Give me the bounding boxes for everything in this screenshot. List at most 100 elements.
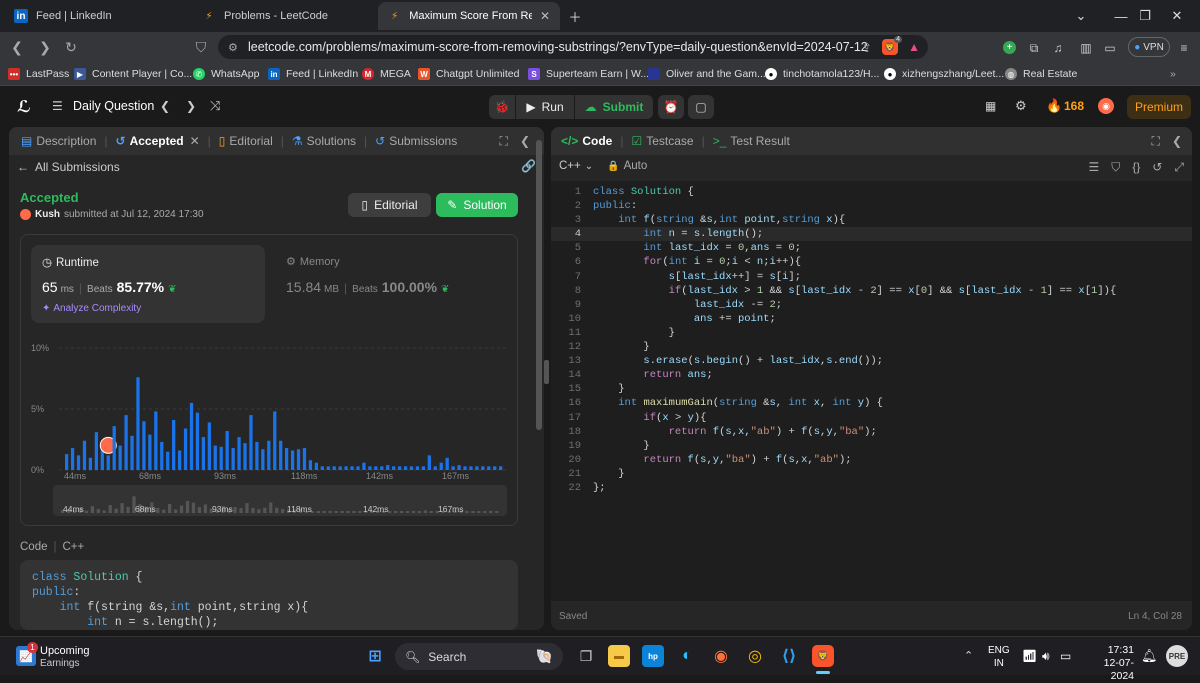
media-icon[interactable]: ♫ (1050, 40, 1066, 56)
tab-editorial[interactable]: ▯ Editorial (213, 134, 279, 148)
wallet-icon[interactable]: ▭ (1102, 40, 1118, 56)
run-button[interactable]: ▶ Run (516, 95, 574, 119)
chart-bar[interactable] (487, 466, 491, 470)
code-editor[interactable]: 1 class Solution {2 public: 3 int f(string … (551, 181, 1192, 601)
chart-bar[interactable] (219, 446, 223, 470)
chart-bar[interactable] (356, 466, 360, 470)
close-window-icon[interactable]: ✕ (1154, 0, 1200, 32)
debug-icon[interactable]: 🐞 (489, 95, 515, 119)
wifi-icon[interactable]: 📶︎ (1022, 649, 1037, 663)
layout-grid-icon[interactable]: ▦ (985, 99, 996, 113)
bookmark-linkedin[interactable]: in Feed | LinkedIn (268, 66, 358, 82)
list-icon[interactable]: ☰ (52, 99, 63, 113)
language-select[interactable]: C++ (559, 160, 581, 172)
memory-title[interactable]: ⚙ Memory (286, 255, 340, 268)
problem-list-title[interactable]: Daily Question (73, 99, 154, 113)
url-field[interactable]: ⚙ leetcode.com/problems/maximum-score-fr… (218, 35, 928, 59)
chart-bar[interactable] (243, 443, 247, 470)
windows-start-icon[interactable]: ⊞ (364, 645, 386, 667)
chart-bar[interactable] (177, 450, 182, 470)
firefox-icon[interactable]: ◉ (710, 645, 732, 667)
maximize-icon[interactable]: ⛶ (500, 134, 508, 148)
copilot-icon[interactable]: PRE (1166, 645, 1188, 667)
bookmarks-overflow-icon[interactable]: » (1170, 66, 1176, 82)
next-problem-icon[interactable]: ❯ (186, 99, 196, 113)
chart-bar[interactable] (154, 411, 158, 470)
chart-bar[interactable] (136, 377, 140, 470)
chart-bar[interactable] (213, 445, 217, 470)
auto-mode-label[interactable]: Auto (624, 160, 648, 172)
streak-fire-icon[interactable]: 🔥 (1046, 98, 1062, 114)
tab-maximum-score[interactable]: ⚡ Maximum Score From Removing ✕ (378, 2, 560, 30)
chart-bar[interactable] (285, 448, 289, 470)
fullscreen-icon[interactable]: ⤢ (1174, 160, 1184, 175)
tab-problems[interactable]: ⚡ Problems - LeetCode (192, 2, 372, 30)
chart-bar[interactable] (314, 462, 318, 470)
timer-icon[interactable]: ⏰ (658, 95, 684, 119)
chart-bar[interactable] (296, 449, 301, 470)
battery-icon[interactable]: ▭ (1060, 649, 1071, 663)
taskbar-search[interactable]: 🔍︎ Search 🐚 (395, 643, 563, 670)
chart-bar[interactable] (130, 435, 134, 470)
extension-plus-icon[interactable]: + (1003, 41, 1016, 54)
chart-bar[interactable] (183, 428, 188, 470)
show-hidden-icons[interactable]: ⌃ (964, 649, 973, 662)
chart-bar[interactable] (326, 466, 330, 470)
chart-bar[interactable] (445, 457, 449, 470)
clock[interactable]: 17:31 12-07-2024 (1086, 644, 1134, 683)
chart-bar[interactable] (380, 466, 384, 470)
chart-bar[interactable] (499, 466, 503, 470)
scrollbar-thumb[interactable] (536, 140, 542, 430)
chart-bar[interactable] (279, 440, 283, 470)
editorial-button[interactable]: ▯ Editorial (348, 193, 431, 217)
chart-bar[interactable] (475, 466, 479, 470)
chart-bar[interactable] (493, 466, 497, 470)
chart-bar[interactable] (469, 466, 473, 470)
tab-solutions[interactable]: ⚗ Solutions (286, 134, 362, 148)
menu-icon[interactable]: ≡ (1176, 40, 1192, 56)
shuffle-icon[interactable]: ⤨ (210, 98, 220, 114)
bookmark-content-player[interactable]: ▶ Content Player | Co... (74, 66, 192, 82)
chart-bar[interactable] (463, 466, 467, 470)
runtime-box[interactable]: ◷ Runtime 65 ms | Beats 85.77% ❦ ✦ Analyze… (31, 245, 265, 323)
chart-bar[interactable] (338, 466, 342, 470)
chart-bar[interactable] (189, 402, 194, 470)
chart-bar[interactable] (415, 466, 420, 470)
chart-bar[interactable] (457, 465, 461, 470)
notes-icon[interactable]: ▢ (688, 95, 714, 119)
bookmark-lastpass[interactable]: ••• LastPass (8, 66, 69, 82)
bookmark-whatsapp[interactable]: ✆ WhatsApp (193, 66, 259, 82)
analyze-complexity-link[interactable]: ✦ Analyze Complexity (42, 303, 141, 314)
panel-resize-handle[interactable] (544, 360, 549, 384)
site-info-icon[interactable]: ⚙ (228, 41, 238, 54)
chart-bar[interactable] (350, 466, 354, 470)
back-icon[interactable]: ❮ (8, 38, 26, 56)
maximize-icon[interactable]: ⛶ (1152, 134, 1160, 148)
chart-bar[interactable] (76, 455, 81, 470)
tab-description[interactable]: ▤ Description (15, 134, 102, 148)
chart-bar[interactable] (255, 441, 259, 470)
chart-bar[interactable] (118, 445, 122, 470)
new-tab-button[interactable]: ＋ (560, 0, 590, 32)
chart-range-slider[interactable]: 44ms 68ms 93ms 118ms 142ms 167ms (53, 485, 507, 516)
file-explorer-icon[interactable]: ▬ (608, 645, 630, 667)
bookmark-github-1[interactable]: ● tinchotamola123/H... (765, 66, 879, 82)
chart-bar[interactable] (106, 455, 110, 470)
bookmark-github-2[interactable]: ● xizhengszhang/Leet... (884, 66, 1004, 82)
chart-bar[interactable] (451, 466, 455, 470)
chart-bar[interactable] (320, 466, 324, 470)
chart-bar[interactable] (362, 462, 366, 470)
vscode-icon[interactable]: ⟨⟩ (778, 645, 800, 667)
chart-bar[interactable] (70, 448, 75, 470)
language-indicator[interactable]: ENG IN (988, 644, 1010, 670)
chart-bar[interactable] (427, 455, 431, 470)
chart-bar[interactable] (261, 449, 265, 470)
leetcode-logo-icon[interactable]: ℒ (14, 97, 34, 117)
submit-button[interactable]: ☁ Submit (575, 95, 653, 119)
chart-bar[interactable] (142, 421, 146, 470)
chart-bar[interactable] (386, 465, 390, 470)
forward-icon[interactable]: ❯ (36, 38, 54, 56)
chart-bar[interactable] (112, 426, 116, 470)
avatar[interactable]: ◉ (1098, 98, 1114, 114)
solution-button[interactable]: ✎ Solution (436, 193, 518, 217)
